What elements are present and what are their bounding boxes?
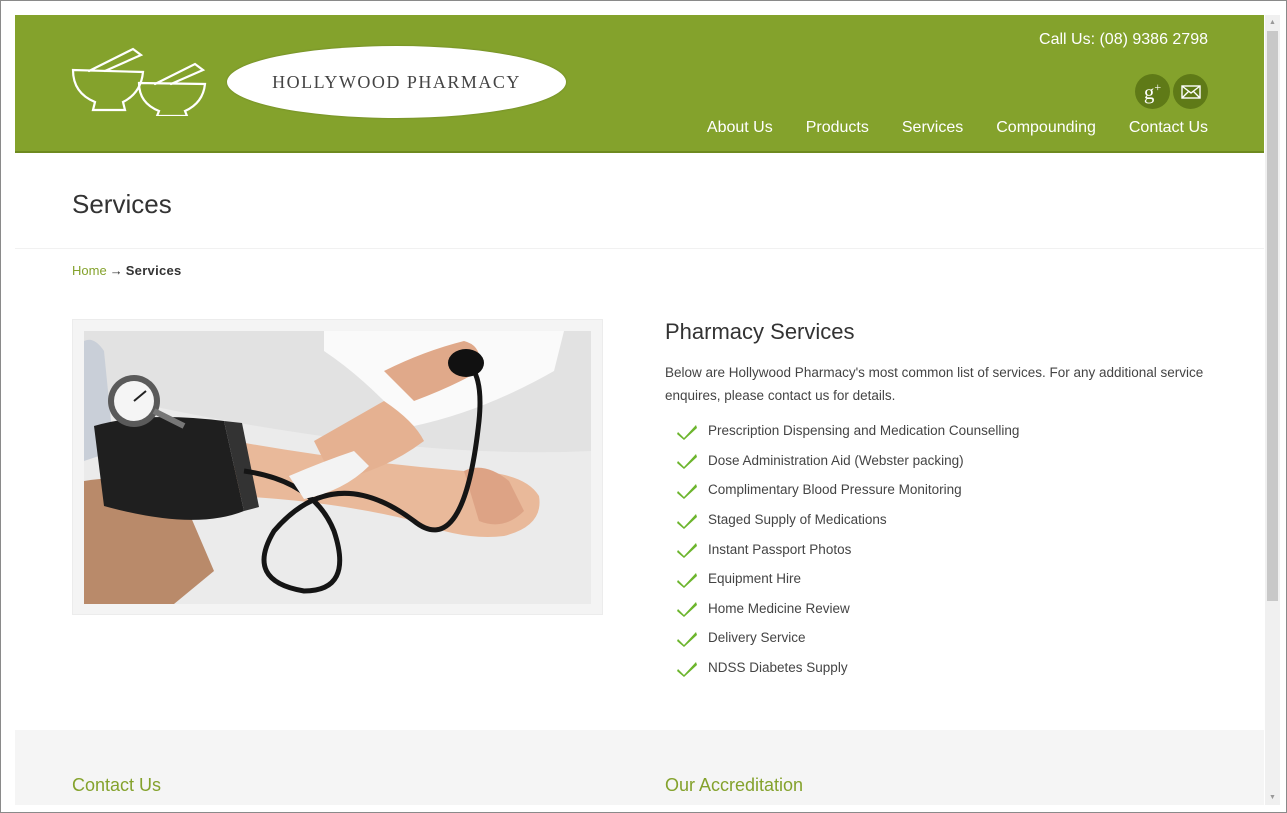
section-heading: Pharmacy Services bbox=[665, 319, 855, 344]
site-header: HOLLYWOOD PHARMACY Call Us: (08) 9386 27… bbox=[15, 15, 1264, 153]
envelope-icon bbox=[1180, 84, 1201, 99]
services-photo-frame bbox=[72, 319, 603, 615]
footer-accreditation-heading: Our Accreditation bbox=[665, 775, 804, 795]
list-item: Instant Passport Photos bbox=[665, 534, 1205, 564]
service-label: Equipment Hire bbox=[708, 571, 802, 587]
list-item: Equipment Hire bbox=[665, 564, 1205, 594]
browser-frame: HOLLYWOOD PHARMACY Call Us: (08) 9386 27… bbox=[0, 0, 1287, 813]
email-button[interactable] bbox=[1173, 74, 1208, 109]
service-label: Dose Administration Aid (Webster packing… bbox=[708, 452, 964, 468]
nav-contact-us[interactable]: Contact Us bbox=[1129, 119, 1208, 137]
mortar-pestle-icon[interactable] bbox=[69, 41, 229, 121]
intro-text: Below are Hollywood Pharmacy's most comm… bbox=[665, 365, 1204, 403]
breadcrumb-current: Services bbox=[125, 263, 182, 278]
google-plus-button[interactable]: g+ bbox=[1135, 74, 1170, 109]
nav-services[interactable]: Services bbox=[902, 119, 963, 137]
check-icon bbox=[677, 424, 697, 440]
services-content: Pharmacy Services Below are Hollywood Ph… bbox=[665, 319, 1205, 682]
list-item: Dose Administration Aid (Webster packing… bbox=[665, 446, 1205, 476]
service-label: NDSS Diabetes Supply bbox=[708, 660, 848, 676]
page-title: Services bbox=[72, 189, 172, 219]
main-nav: About Us Products Services Compounding C… bbox=[707, 119, 1208, 137]
service-label: Complimentary Blood Pressure Monitoring bbox=[708, 482, 962, 498]
list-item: Prescription Dispensing and Medication C… bbox=[665, 416, 1205, 446]
blood-pressure-photo bbox=[84, 331, 591, 604]
gplus-plus: + bbox=[1154, 79, 1162, 94]
page: HOLLYWOOD PHARMACY Call Us: (08) 9386 27… bbox=[15, 15, 1264, 805]
scroll-down-arrow-icon[interactable]: ▼ bbox=[1265, 790, 1280, 805]
site-footer: Contact Us Our Accreditation bbox=[15, 730, 1264, 805]
title-band: Services bbox=[15, 155, 1264, 249]
check-icon bbox=[677, 543, 697, 559]
scroll-up-arrow-icon[interactable]: ▲ bbox=[1265, 15, 1280, 30]
list-item: Delivery Service bbox=[665, 623, 1205, 653]
nav-products[interactable]: Products bbox=[806, 119, 869, 137]
check-icon bbox=[677, 602, 697, 618]
nav-compounding[interactable]: Compounding bbox=[996, 119, 1096, 137]
services-list: Prescription Dispensing and Medication C… bbox=[665, 416, 1205, 682]
check-icon bbox=[677, 454, 697, 470]
scroll-thumb[interactable] bbox=[1267, 31, 1278, 601]
service-label: Prescription Dispensing and Medication C… bbox=[708, 423, 1020, 439]
service-label: Home Medicine Review bbox=[708, 600, 850, 616]
check-icon bbox=[677, 631, 697, 647]
vertical-scrollbar[interactable]: ▲ ▼ bbox=[1265, 15, 1280, 805]
list-item: Complimentary Blood Pressure Monitoring bbox=[665, 475, 1205, 505]
list-item: NDSS Diabetes Supply bbox=[665, 653, 1205, 683]
call-us-phone: Call Us: (08) 9386 2798 bbox=[1039, 31, 1208, 48]
breadcrumb-home[interactable]: Home bbox=[72, 263, 107, 278]
service-label: Delivery Service bbox=[708, 630, 806, 646]
check-icon bbox=[677, 661, 697, 677]
list-item: Staged Supply of Medications bbox=[665, 505, 1205, 535]
check-icon bbox=[677, 572, 697, 588]
check-icon bbox=[677, 483, 697, 499]
google-plus-icon: g+ bbox=[1144, 81, 1161, 103]
breadcrumb-separator: → bbox=[109, 263, 123, 278]
service-label: Staged Supply of Medications bbox=[708, 512, 887, 528]
footer-contact-heading: Contact Us bbox=[72, 775, 162, 795]
gplus-letter: g bbox=[1143, 79, 1155, 104]
logo-text: HOLLYWOOD PHARMACY bbox=[272, 71, 521, 92]
logo-badge[interactable]: HOLLYWOOD PHARMACY bbox=[227, 46, 566, 118]
social-links: g+ bbox=[1135, 74, 1208, 109]
service-label: Instant Passport Photos bbox=[708, 541, 852, 557]
list-item: Home Medicine Review bbox=[665, 594, 1205, 624]
check-icon bbox=[677, 513, 697, 529]
breadcrumb: Home → Services bbox=[72, 263, 182, 278]
nav-about-us[interactable]: About Us bbox=[707, 119, 773, 137]
